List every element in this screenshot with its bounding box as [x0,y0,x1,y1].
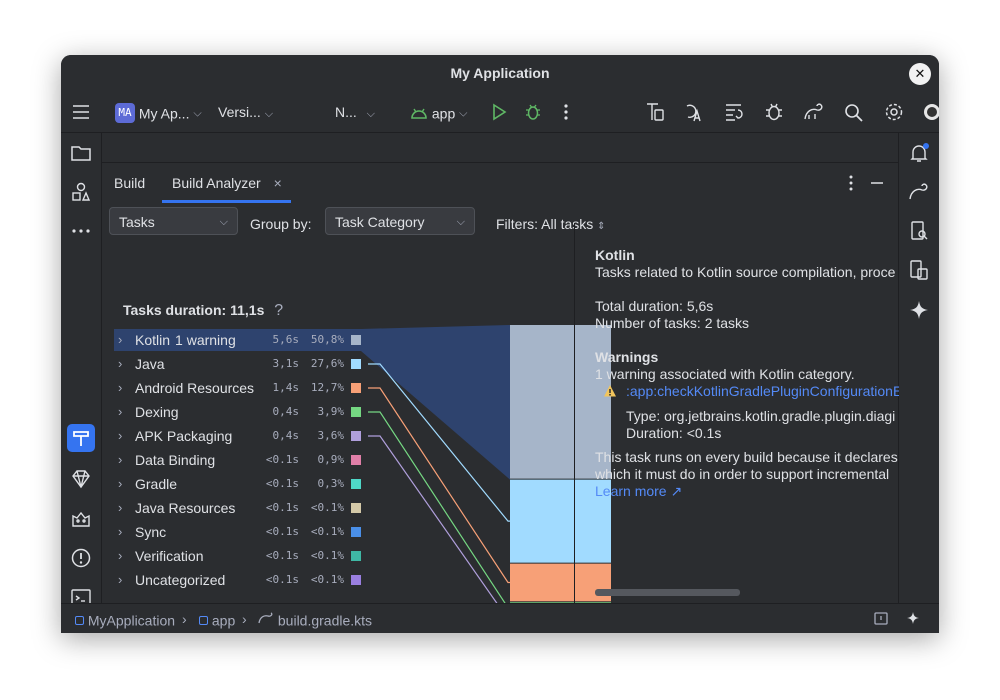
breadcrumb-module[interactable]: app [199,604,235,633]
explanation-line-1: This task runs on every build because it… [595,449,898,465]
breadcrumb-file[interactable]: build.gradle.kts [258,604,372,633]
main-menu-icon[interactable] [72,92,90,132]
right-tool-strip [898,133,939,603]
bug-icon[interactable] [764,92,784,132]
learn-more-link[interactable]: Learn more ↗ [595,483,682,500]
status-bar: MyApplication › app › build.gradle.kts [61,603,939,633]
gemini-sparkle-icon[interactable] [907,298,931,322]
project-folder-icon[interactable] [69,141,93,165]
chevron-down-icon: ⌵ [193,107,202,120]
project-name: My Ap... [138,105,190,122]
breadcrumb-project[interactable]: MyApplication [75,604,175,633]
chevron-down-icon: ⌵ [459,107,468,120]
window-title: My Application [450,65,550,81]
android-icon [410,106,428,120]
breadcrumb-project-label: MyApplication [87,612,176,629]
gradle-file-icon [258,612,278,628]
duration-chart [361,325,611,603]
device-explorer-icon[interactable] [907,219,931,243]
logcat-icon[interactable] [724,92,744,132]
gradle-icon[interactable] [907,180,931,204]
module-icon [199,615,208,625]
chevron-right-icon: › [242,611,247,627]
device-manager-icon[interactable] [645,92,665,132]
device-label: N... [335,104,357,120]
title-bar: My Application ✕ [61,55,939,92]
read-mode-icon[interactable] [873,604,889,633]
vcs-widget[interactable]: Versi... ⌵ [218,92,273,132]
vcs-label: Versi... [218,104,261,120]
breadcrumb-module-label: app [211,612,236,629]
chevron-right-icon: › [182,611,187,627]
selection-wedge [361,325,510,480]
close-window-button[interactable]: ✕ [909,63,931,85]
ide-window: My Application ✕ MA My Ap... ⌵ Versi... … [61,55,939,633]
translate-icon[interactable] [684,92,704,132]
build-hammer-icon[interactable] [67,424,95,452]
warning-icon [603,384,617,398]
project-widget[interactable]: MA My Ap... ⌵ [115,92,202,132]
notifications-bell-icon[interactable] [907,141,931,165]
minimize-icon[interactable] [869,163,885,203]
debug-icon[interactable] [524,92,542,132]
running-devices-icon[interactable] [907,258,931,282]
more-horizontal-icon[interactable] [69,219,93,243]
more-vertical-icon[interactable] [563,92,569,132]
details-description: Tasks related to Kotlin source compilati… [595,264,896,280]
project-badge: MA [115,103,135,124]
task-count: Number of tasks: 2 tasks [595,315,750,331]
search-icon[interactable] [844,92,864,132]
explanation-line-2: which it must do in order to support inc… [595,466,890,482]
details-panel: Kotlin Tasks related to Kotlin source co… [574,223,899,603]
gradle-icon[interactable] [803,92,825,132]
run-icon[interactable] [491,92,507,132]
gem-icon[interactable] [69,467,93,491]
horizontal-scrollbar[interactable] [595,589,740,596]
main-toolbar: MA My Ap... ⌵ Versi... ⌵ N... ⌵ app ⌵ [61,92,939,133]
settings-gear-icon[interactable] [884,92,904,132]
warnings-summary: 1 warning associated with Kotlin categor… [595,366,855,382]
details-title: Kotlin [595,247,635,263]
breadcrumb-file-label: build.gradle.kts [277,612,373,629]
warning-type: Type: org.jetbrains.kotlin.gradle.plugin… [626,408,896,424]
total-duration: Total duration: 5,6s [595,298,714,314]
left-tool-strip [61,133,102,607]
run-config-label: app [431,105,456,122]
app-quality-icon[interactable] [69,507,93,531]
warning-duration: Duration: <0.1s [626,425,722,441]
warnings-title: Warnings [595,349,659,365]
avatar[interactable] [923,92,939,132]
chevron-down-icon: ⌵ [366,108,376,120]
warning-task-link[interactable]: :app:checkKotlinGradlePluginConfiguratio… [626,383,899,399]
problems-icon[interactable] [69,546,93,570]
run-config-widget[interactable]: app ⌵ [410,92,467,132]
panel-options-icon[interactable] [846,163,856,203]
chevron-down-icon: ⌵ [264,108,274,120]
ai-sparkle-icon[interactable] [905,604,921,633]
resource-manager-icon[interactable] [69,180,93,204]
device-widget[interactable]: N... ⌵ [335,92,375,132]
module-icon [75,615,84,625]
